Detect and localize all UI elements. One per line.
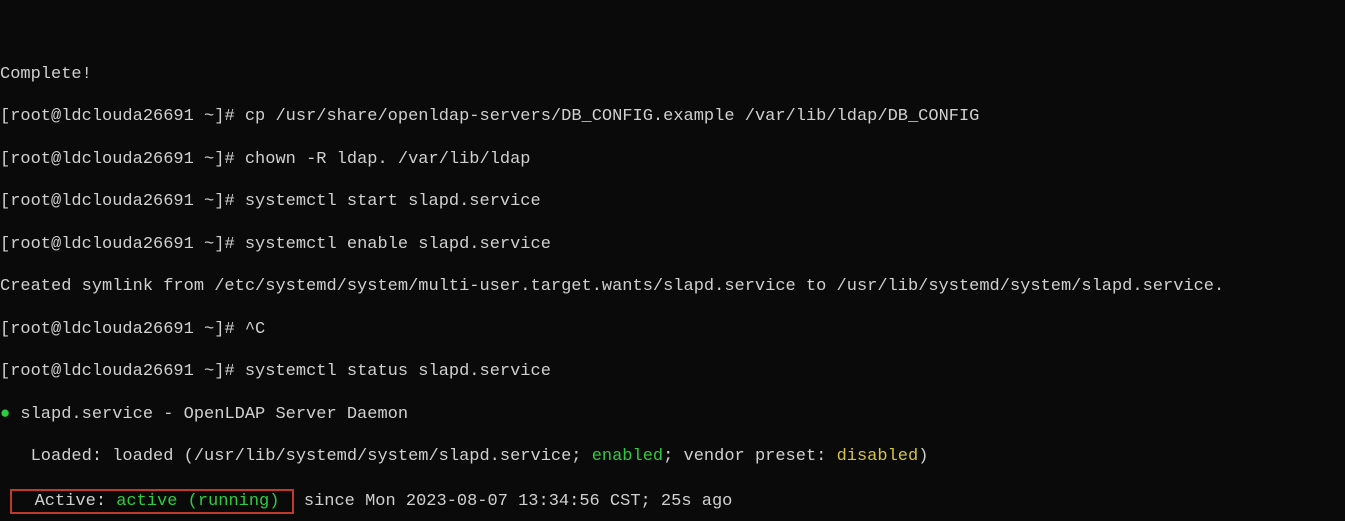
bullet-icon: ● — [0, 405, 10, 424]
line-symlink: Created symlink from /etc/systemd/system… — [0, 276, 1345, 297]
line-ctrlc: [root@ldclouda26691 ~]# ^C — [0, 319, 1345, 340]
line-start: [root@ldclouda26691 ~]# systemctl start … — [0, 191, 1345, 212]
active-highlight: Active: active (running) — [10, 489, 293, 514]
line-status-cmd: [root@ldclouda26691 ~]# systemctl status… — [0, 361, 1345, 382]
line-chown: [root@ldclouda26691 ~]# chown -R ldap. /… — [0, 149, 1345, 170]
line-enable: [root@ldclouda26691 ~]# systemctl enable… — [0, 234, 1345, 255]
line-loaded: Loaded: loaded (/usr/lib/systemd/system/… — [0, 446, 1345, 467]
terminal[interactable]: Complete! [root@ldclouda26691 ~]# cp /us… — [0, 43, 1345, 521]
line-service-name: ● slapd.service - OpenLDAP Server Daemon — [0, 404, 1345, 425]
line-complete: Complete! — [0, 64, 1345, 85]
line-active: Active: active (running) since Mon 2023-… — [0, 489, 1345, 514]
line-cp: [root@ldclouda26691 ~]# cp /usr/share/op… — [0, 106, 1345, 127]
